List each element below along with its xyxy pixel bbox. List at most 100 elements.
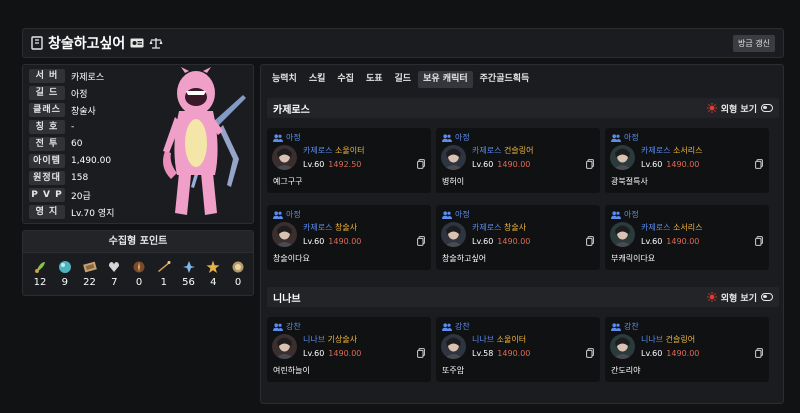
sun-icon <box>706 292 717 302</box>
character-card[interactable]: 아정 카제로스 창술사 Lv.60 1490.00 창술이다요 <box>267 205 431 270</box>
refresh-button[interactable]: 방금 갱신 <box>733 34 775 52</box>
id-card-icon[interactable] <box>130 37 144 49</box>
collect-item-giant-heart[interactable]: 7 <box>103 260 125 288</box>
copy-icon[interactable] <box>755 159 763 169</box>
guild-name: 아정 <box>455 210 470 219</box>
card-guild: 강찬 <box>273 321 301 332</box>
portrait-icon <box>275 225 294 247</box>
copy-icon[interactable] <box>586 159 594 169</box>
collect-list: 12 9 22 7 0 1 56 4 0 <box>29 260 249 288</box>
card-level: Lv.60 <box>641 349 663 358</box>
portrait-icon <box>444 337 463 359</box>
card-server: 카제로스 <box>472 146 502 155</box>
users-icon <box>611 322 621 331</box>
character-card[interactable]: 아정 카제로스 소서리스 Lv.60 1490.00 부캐릭이다요 <box>605 205 769 270</box>
bookmark-icon[interactable] <box>31 36 43 50</box>
character-portrait <box>272 222 297 247</box>
profile-label: 클래스 <box>29 103 65 117</box>
copy-icon[interactable] <box>417 159 425 169</box>
giant-heart-icon <box>109 262 120 272</box>
card-server-class: 니나브 기상술사 <box>303 334 357 345</box>
character-card[interactable]: 강찬 니나브 기상술사 Lv.60 1490.00 여린하늘이 <box>267 317 431 382</box>
card-item-level: 1492.50 <box>328 160 362 169</box>
profile-row-combat: 전 투 60 <box>29 137 82 151</box>
card-guild: 아정 <box>611 132 639 143</box>
character-card[interactable]: 강찬 니나브 건슬링어 Lv.60 1490.00 간도리야 <box>605 317 769 382</box>
card-server-class: 카제로스 소울이터 <box>303 145 364 156</box>
profile-value: Lv.70 영지 <box>71 208 115 219</box>
card-guild: 아정 <box>611 209 639 220</box>
tab-chart[interactable]: 도표 <box>361 71 388 88</box>
copy-icon[interactable] <box>755 348 763 358</box>
guild-name: 아정 <box>624 133 639 142</box>
collect-item-world-tree-leaf[interactable]: 56 <box>178 260 200 288</box>
guild-name: 아정 <box>624 210 639 219</box>
mokoko-seed-icon <box>35 262 45 273</box>
profile-row-guild: 길 드 아정 <box>29 86 88 100</box>
card-server: 니나브 <box>641 335 664 344</box>
collect-item-orpheus-star[interactable]: 4 <box>202 260 224 288</box>
profile-value: - <box>71 122 75 132</box>
tab-guild[interactable]: 길드 <box>390 71 417 88</box>
profile-value: 아정 <box>71 89 88 100</box>
appearance-label: 외형 보기 <box>720 104 757 115</box>
copy-icon[interactable] <box>417 236 425 246</box>
collect-count: 56 <box>182 277 195 288</box>
card-level-row: Lv.60 1490.00 <box>641 237 699 246</box>
sea-bounty-icon <box>157 261 171 272</box>
character-card[interactable]: 강찬 니나브 소울이터 Lv.58 1490.00 또주암 <box>436 317 600 382</box>
card-class: 소서리스 <box>673 223 703 232</box>
card-server: 카제로스 <box>303 146 333 155</box>
portrait-icon <box>613 225 632 247</box>
card-level-row: Lv.60 1492.50 <box>303 160 361 169</box>
card-guild: 강찬 <box>442 321 470 332</box>
character-portrait <box>272 145 297 170</box>
collect-item-mokoko[interactable]: 12 <box>29 260 51 288</box>
server-name: 니나브 <box>273 293 301 305</box>
character-card[interactable]: 아정 카제로스 소울이터 Lv.60 1492.50 예그구구 <box>267 128 431 193</box>
tab-skills[interactable]: 스킬 <box>304 71 331 88</box>
tab-stats[interactable]: 능력치 <box>267 71 302 88</box>
card-item-level: 1490.00 <box>328 237 362 246</box>
card-server-class: 카제로스 창술사 <box>472 222 526 233</box>
copy-icon[interactable] <box>586 236 594 246</box>
character-card[interactable]: 아정 카제로스 소서리스 Lv.60 1490.00 광북절특사 <box>605 128 769 193</box>
collect-item-sea-bounty[interactable]: 1 <box>153 260 175 288</box>
character-card[interactable]: 아정 카제로스 창술사 Lv.60 1490.00 창술하고싶어 <box>436 205 600 270</box>
tab-collection[interactable]: 수집 <box>332 71 359 88</box>
copy-icon[interactable] <box>417 348 425 358</box>
portrait-icon <box>444 148 463 170</box>
card-item-level: 1490.00 <box>666 349 700 358</box>
copy-icon[interactable] <box>755 236 763 246</box>
profile-value: 20급 <box>71 191 91 202</box>
guild-name: 아정 <box>286 133 301 142</box>
card-server: 카제로스 <box>303 223 333 232</box>
server-name: 카제로스 <box>273 104 310 116</box>
collect-item-great-art[interactable]: 22 <box>79 260 101 288</box>
collect-item-orgel[interactable]: 0 <box>227 260 249 288</box>
collect-item-island-heart[interactable]: 9 <box>54 260 76 288</box>
character-card[interactable]: 아정 카제로스 건슬링어 Lv.60 1490.00 병허이 <box>436 128 600 193</box>
scale-icon[interactable] <box>149 37 163 49</box>
card-class: 창술사 <box>504 223 527 232</box>
collect-item-ignea[interactable]: 0 <box>128 260 150 288</box>
portrait-icon <box>444 225 463 247</box>
tab-weekly-gold[interactable]: 주간골드획득 <box>475 71 535 88</box>
copy-icon[interactable] <box>586 348 594 358</box>
users-icon <box>442 133 452 142</box>
island-heart-icon <box>58 261 71 273</box>
card-level-row: Lv.60 1490.00 <box>303 237 361 246</box>
server-section-header: 카제로스 외형 보기 <box>267 98 779 118</box>
profile-label: 영 지 <box>29 205 65 219</box>
card-level: Lv.60 <box>641 160 663 169</box>
card-guild: 아정 <box>442 132 470 143</box>
appearance-toggle[interactable]: 외형 보기 <box>706 102 773 115</box>
profile-label: 원정대 <box>29 171 65 185</box>
users-icon <box>611 133 621 142</box>
profile-panel: 서 버 카제로스 길 드 아정 클래스 창술사 칭 호 - 전 투 60 아이템… <box>22 64 254 224</box>
tab-owned-characters[interactable]: 보유 캐릭터 <box>418 71 473 88</box>
profile-value: 카제로스 <box>71 72 105 83</box>
appearance-toggle[interactable]: 외형 보기 <box>706 291 773 304</box>
profile-row-estate: 영 지 Lv.70 영지 <box>29 205 114 219</box>
users-icon <box>442 322 452 331</box>
